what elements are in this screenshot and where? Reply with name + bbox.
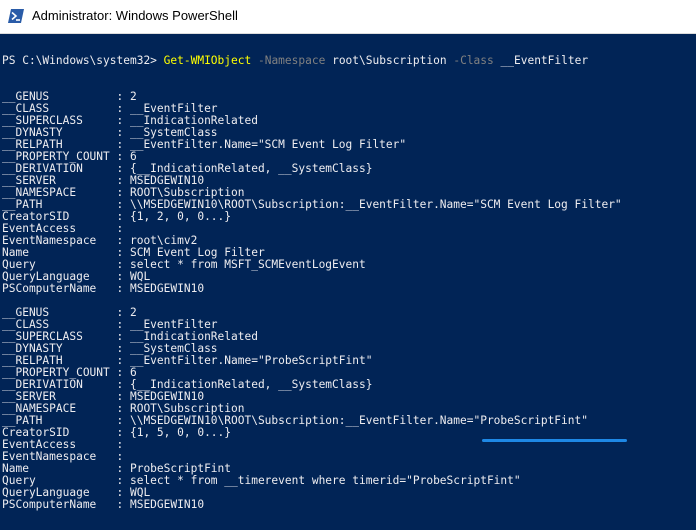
powershell-window: Administrator: Windows PowerShell PS C:\…: [0, 0, 696, 530]
class-argument: __EventFilter: [500, 54, 589, 67]
cmdlet-name: Get-WMIObject: [163, 54, 252, 67]
window-title: Administrator: Windows PowerShell: [32, 8, 238, 23]
output-line: PSComputerName : MSEDGEWIN10: [2, 282, 205, 295]
namespace-argument: root\Subscription: [332, 54, 447, 67]
prompt: PS C:\Windows\system32>: [2, 54, 164, 67]
command-line: PS C:\Windows\system32> Get-WMIObject -N…: [2, 55, 588, 67]
console-area[interactable]: PS C:\Windows\system32> Get-WMIObject -N…: [0, 33, 696, 530]
namespace-parameter: -Namespace: [257, 54, 326, 67]
title-bar[interactable]: Administrator: Windows PowerShell: [0, 0, 696, 34]
output-line: PSComputerName : MSEDGEWIN10: [2, 498, 205, 511]
powershell-icon: [8, 9, 24, 23]
highlight-underline: [482, 439, 627, 442]
class-parameter: -Class: [453, 54, 494, 67]
